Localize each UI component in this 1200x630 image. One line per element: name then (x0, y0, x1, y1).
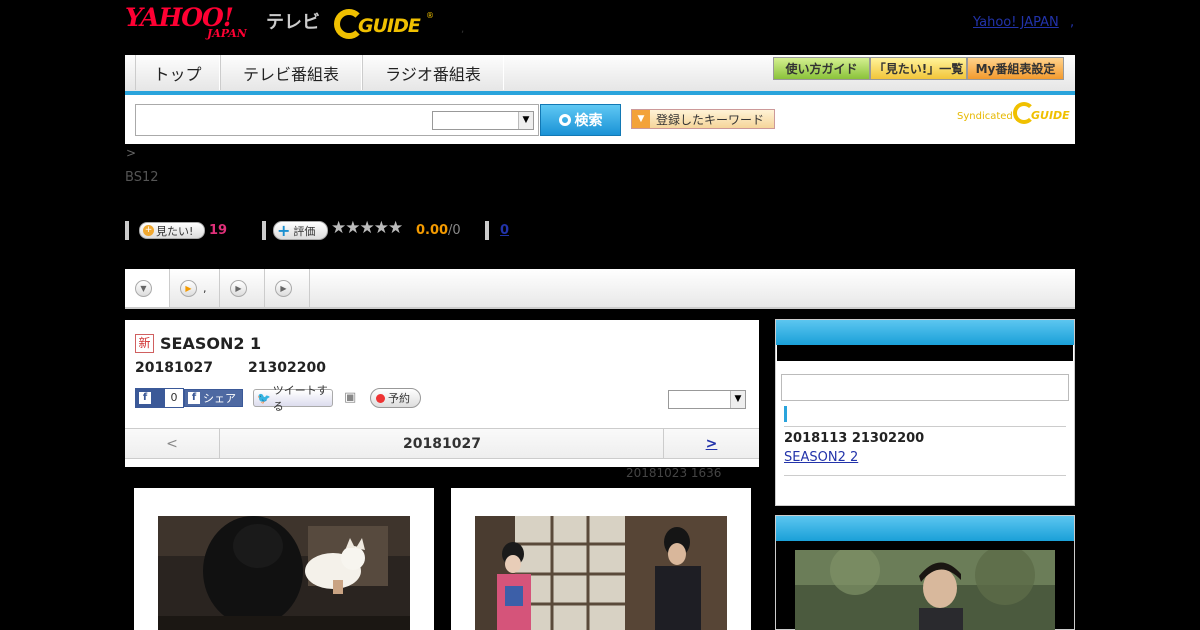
new-badge: 新 (135, 334, 154, 353)
photo-couple-in-room (475, 516, 727, 630)
record-icon (376, 393, 385, 403)
related-photo-box (775, 515, 1075, 630)
sidebar-header (776, 320, 1074, 345)
play-icon: ▶ (180, 279, 197, 297)
program-photo-2[interactable] (451, 488, 751, 630)
program-subtabs: ▼ ▶ , ▶ ▶ (125, 269, 1075, 309)
mitai-count: 19 (209, 223, 228, 238)
search-area: ▼ 検索 ▼ 登録したキーワード Syndicated GUIDE (125, 95, 1075, 144)
program-time: 21302200 (248, 360, 326, 376)
my-schedule-settings-button[interactable]: My番組表設定 (967, 57, 1064, 80)
divider (784, 426, 1066, 427)
next-broadcast-box: 2018113 21302200 SEASON2 2 (775, 319, 1075, 506)
star-rating: ★★★★★ (331, 218, 403, 238)
subtab-4[interactable]: ▶ (265, 269, 310, 307)
program-title: SEASON2 1 (160, 334, 262, 353)
facebook-icon: f (139, 392, 151, 404)
channel-name: BS12 (125, 170, 159, 185)
next-episode-title-link[interactable]: SEASON2 2 (784, 450, 858, 465)
rate-label: 評価 (293, 224, 316, 238)
facebook-like-count: 0 (164, 388, 184, 408)
plus-icon: + (277, 220, 291, 240)
tv-label[interactable]: テレビ (266, 8, 320, 34)
mitai-list-button[interactable]: 「見たい!」一覧 (870, 57, 967, 80)
rating-score: 0.00 (416, 223, 449, 238)
tab-top[interactable]: トップ (135, 55, 220, 90)
program-date: 20181027 (135, 360, 213, 376)
registered-mark: ® (426, 11, 434, 20)
syndicated-label: Syndicated (957, 111, 1013, 122)
program-photo-1[interactable] (134, 488, 434, 630)
chevron-down-icon: ▼ (730, 391, 745, 408)
next-broadcast-datetime: 2018113 21302200 (784, 431, 925, 446)
triangle-down-icon: ▼ (632, 110, 650, 128)
updated-timestamp: 20181023 1636 (626, 466, 722, 480)
subtab-label: , (203, 281, 207, 295)
reserve-button[interactable]: 予約 (370, 388, 421, 408)
pager-date: 20181027 (403, 435, 481, 452)
play-icon: ▶ (230, 279, 247, 297)
mitai-label: 見たい! (156, 224, 194, 238)
tweet-label: ツイートする (272, 384, 328, 413)
subtab-1[interactable]: ▼ (125, 269, 170, 307)
tweet-button[interactable]: 🐦 ツイートする (253, 384, 333, 413)
search-button-label: 検索 (574, 113, 603, 129)
breadcrumb[interactable]: > (126, 146, 136, 160)
related-photo[interactable] (795, 550, 1055, 630)
facebook-share-label: シェア (203, 392, 236, 405)
play-icon: ▶ (275, 279, 292, 297)
facebook-like-button[interactable]: f 0 (135, 388, 184, 408)
divider (784, 475, 1066, 476)
episode-pager: < 20181027 > (125, 428, 759, 459)
registered-keywords-button[interactable]: ▼ 登録したキーワード (631, 109, 775, 129)
divider (125, 221, 129, 240)
gguide-logo-text: GUIDE (358, 15, 421, 37)
rating-count: /0 (448, 223, 461, 238)
yahoo-japan-link[interactable]: Yahoo! JAPAN (973, 15, 1059, 30)
search-icon (558, 114, 571, 126)
next-episode-link[interactable]: > (663, 429, 759, 458)
tab-tv-schedule[interactable]: テレビ番組表 (220, 55, 362, 90)
twitter-bird-icon: 🐦 (257, 391, 271, 405)
recorder-select[interactable]: ▼ (668, 390, 746, 409)
rate-button[interactable]: + 評価 (273, 221, 328, 240)
subtab-2[interactable]: ▶ , (170, 269, 220, 307)
page: YAHOO! JAPAN テレビ GUIDE ® , Yahoo! JAPAN … (0, 0, 1200, 630)
registered-keywords-label: 登録したキーワード (656, 112, 765, 127)
sidebar-subheader (777, 345, 1073, 361)
reserve-label: 予約 (388, 392, 410, 405)
facebook-share-button[interactable]: f シェア (184, 389, 243, 407)
chevron-down-icon: ▼ (518, 112, 533, 129)
section-marker (784, 406, 787, 422)
facebook-icon: f (188, 392, 200, 404)
usage-guide-button[interactable]: 使い方ガイド (773, 57, 870, 80)
comment-count-link[interactable]: 0 (500, 223, 509, 238)
search-category-select[interactable]: ▼ (432, 111, 534, 130)
header-link-comma: , (1070, 15, 1075, 30)
tab-radio-schedule[interactable]: ラジオ番組表 (362, 55, 504, 90)
divider (262, 221, 266, 240)
sidebar-input[interactable] (781, 374, 1069, 401)
divider (485, 221, 489, 240)
header-separator: , (461, 24, 465, 35)
gguide-logo[interactable]: GUIDE ® (334, 7, 434, 41)
previous-episode-button[interactable]: < (125, 429, 220, 458)
chevron-down-icon: ▼ (135, 279, 152, 297)
global-nav: トップ テレビ番組表 ラジオ番組表 使い方ガイド 「見たい!」一覧 My番組表設… (125, 55, 1075, 95)
program-card: 新 SEASON2 1 20181027 21302200 f 0 f シェア … (125, 320, 759, 467)
subtab-3[interactable]: ▶ (220, 269, 265, 307)
photo-man-with-cat (158, 516, 410, 630)
yahoo-japan-logo[interactable]: YAHOO! JAPAN (125, 5, 265, 41)
mixi-check-icon[interactable]: ▣ (344, 390, 356, 405)
sidebar-header (776, 516, 1074, 541)
syndicated-gguide-logo: GUIDE (1013, 102, 1070, 126)
syndicated-logo-text: GUIDE (1031, 109, 1070, 122)
search-button[interactable]: 検索 (540, 104, 621, 136)
mitai-button[interactable]: + 見たい! (139, 222, 205, 239)
japan-logo-text: JAPAN (207, 27, 247, 40)
plus-icon: + (143, 225, 154, 236)
